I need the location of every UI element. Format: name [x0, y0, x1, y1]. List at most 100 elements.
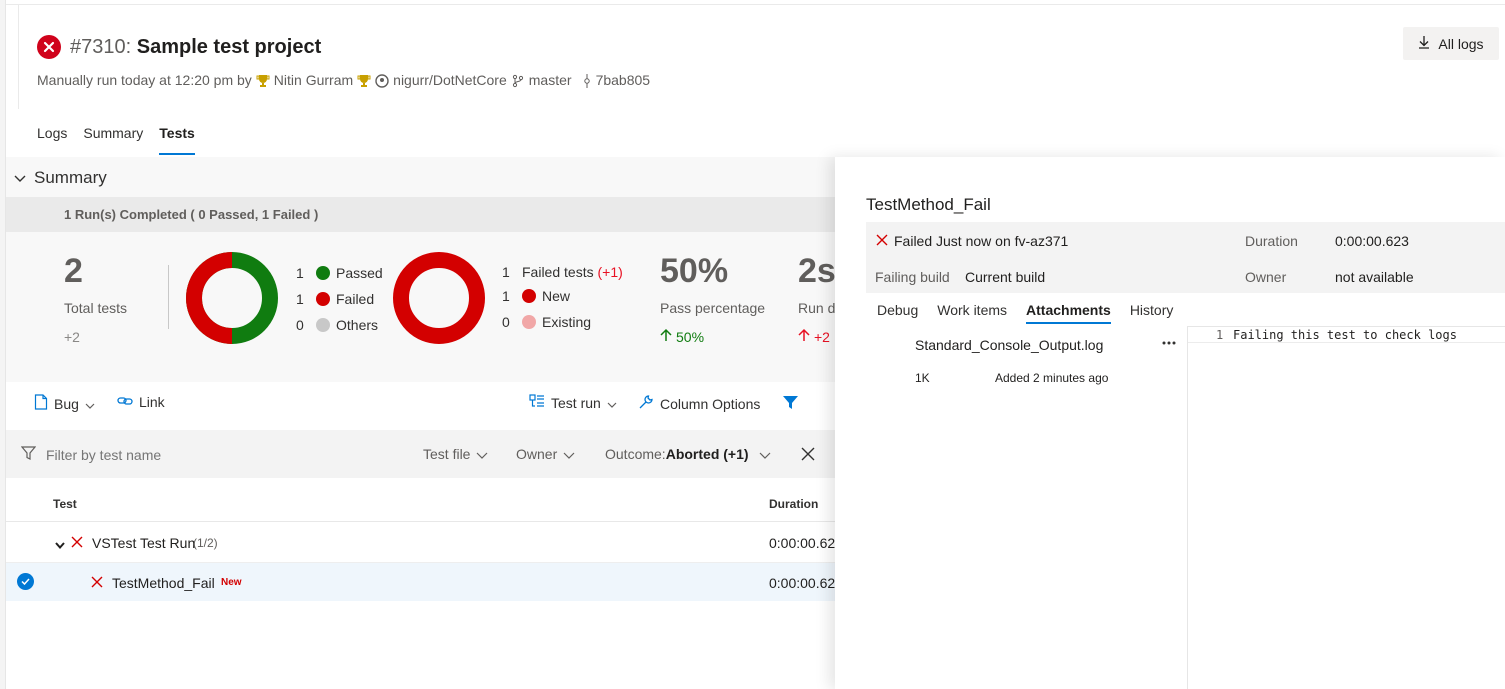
run-duration-delta: +2	[798, 328, 830, 345]
branch-icon	[511, 72, 525, 88]
failed-tests-donut-chart	[393, 252, 485, 344]
attachment-preview: 1 Failing this test to check logs	[1187, 326, 1505, 689]
wrench-icon	[638, 394, 654, 413]
tab-attachments[interactable]: Attachments	[1026, 302, 1111, 326]
panel-tabs: Debug Work items Attachments History	[877, 302, 1173, 326]
project-name: Sample test project	[131, 36, 322, 58]
test-run-label: Test run	[551, 394, 601, 411]
failed-x-icon	[876, 233, 888, 249]
duration-delta-text: +2	[814, 328, 830, 345]
legend-failed-count: 1	[296, 291, 304, 307]
column-options-button[interactable]: Column Options	[638, 394, 760, 413]
document-icon	[34, 394, 48, 413]
legend-failed-tests-count: 1	[502, 264, 510, 280]
panel-info-band: Failed Just now on fv-az371 Duration 0:0…	[866, 222, 1505, 293]
attachment-name[interactable]: Standard_Console_Output.log	[915, 337, 1103, 353]
chevron-down-icon	[14, 168, 26, 188]
filter-funnel-icon[interactable]	[782, 395, 799, 415]
bug-button[interactable]: Bug	[34, 394, 95, 413]
col-duration-header[interactable]: Duration	[769, 497, 818, 511]
user-name[interactable]: Nitin Gurram	[274, 72, 353, 88]
test-duration: 0:00:00.62	[769, 575, 836, 591]
commit-link[interactable]: 7bab805	[596, 72, 651, 88]
others-dot	[316, 318, 330, 332]
clear-filter-close-icon[interactable]	[801, 447, 815, 466]
run-duration-clip: 2s Run d +2	[798, 250, 835, 350]
new-dot	[522, 289, 536, 303]
run-duration: 0:00:00.62	[769, 535, 836, 551]
tab-debug[interactable]: Debug	[877, 302, 918, 326]
owner-dropdown[interactable]: Owner	[516, 446, 575, 462]
legend-others-count: 0	[296, 317, 304, 333]
chevron-down-icon	[759, 446, 771, 462]
github-icon	[375, 72, 389, 88]
list-item[interactable]: Standard_Console_Output.log 1K Added 2 m…	[866, 330, 1187, 390]
pass-delta-text: 50%	[676, 328, 705, 345]
line-text: Failing this test to check logs	[1233, 328, 1457, 342]
build-number: #7310:	[70, 36, 132, 58]
chevron-down-icon[interactable]	[55, 536, 65, 552]
total-tests-value: 2	[64, 252, 83, 290]
test-name: TestMethod_Fail	[112, 575, 215, 591]
group-icon	[529, 394, 545, 411]
more-options-icon[interactable]	[1161, 336, 1177, 355]
failed-dot	[316, 292, 330, 306]
tab-work-items[interactable]: Work items	[937, 302, 1007, 326]
existing-dot	[522, 315, 536, 329]
summary-toggle[interactable]: Summary	[14, 168, 107, 188]
link-icon	[117, 394, 133, 410]
tab-history[interactable]: History	[1130, 302, 1174, 326]
run-name: VSTest Test Run	[92, 535, 196, 551]
link-button[interactable]: Link	[117, 394, 165, 410]
pass-percentage-label: Pass percentage	[660, 300, 766, 316]
repo-link[interactable]: nigurr/DotNetCore	[393, 72, 507, 88]
panel-duration-label: Duration	[1245, 233, 1298, 249]
legend-failed: 1 Failed	[296, 291, 374, 307]
summary-heading: Summary	[34, 168, 107, 187]
test-file-label: Test file	[423, 446, 471, 462]
panel-status: Failed Just now on fv-az371	[894, 233, 1069, 249]
legend-failed-tests-delta: (+1)	[597, 264, 623, 280]
col-test-header[interactable]: Test	[53, 497, 77, 511]
run-count: (1/2)	[193, 536, 218, 550]
outcome-dropdown[interactable]: Outcome: Aborted (+1)	[605, 446, 771, 462]
filter-test-name-input[interactable]	[46, 444, 346, 466]
panel-title: TestMethod_Fail	[866, 195, 991, 214]
branch-link[interactable]: master	[529, 72, 572, 88]
tab-tests[interactable]: Tests	[159, 125, 195, 157]
code-line: 1 Failing this test to check logs	[1188, 327, 1505, 343]
passed-dot	[316, 266, 330, 280]
attachment-size: 1K	[915, 371, 930, 385]
legend-existing-label: Existing	[542, 314, 592, 330]
failed-slice	[186, 252, 233, 344]
checkmark-icon[interactable]	[17, 573, 34, 590]
table-row-selected[interactable]: TestMethod_Fail New 0:00:00.62	[6, 563, 835, 601]
failed-status-icon	[37, 35, 61, 59]
runs-completed-bar: 1 Run(s) Completed ( 0 Passed, 1 Failed …	[6, 197, 835, 232]
legend-new-label: New	[542, 288, 571, 304]
run-duration-value: 2s	[798, 252, 835, 290]
legend-others: 0 Others	[296, 317, 378, 333]
panel-duration-value: 0:00:00.623	[1335, 233, 1409, 249]
table-row[interactable]: VSTest Test Run (1/2) 0:00:00.62	[6, 522, 835, 563]
test-file-dropdown[interactable]: Test file	[423, 446, 488, 462]
panel-failing-build-value[interactable]: Current build	[965, 269, 1045, 285]
tab-logs[interactable]: Logs	[37, 125, 67, 157]
panel-failing-build-label: Failing build	[875, 269, 950, 285]
legend-new-count: 1	[502, 288, 510, 304]
legend-others-label: Others	[336, 317, 379, 333]
failed-x-icon	[71, 535, 83, 551]
new-badge: New	[221, 577, 242, 588]
test-run-groupby[interactable]: Test run	[529, 394, 617, 411]
attachments-list: Standard_Console_Output.log 1K Added 2 m…	[866, 326, 1187, 689]
commit-icon	[582, 72, 592, 89]
run-meta: Manually run today at 12:20 pm by Nitin …	[37, 72, 651, 89]
page-tabs: Logs Summary Tests	[37, 125, 195, 157]
bug-label: Bug	[54, 395, 79, 412]
all-logs-button[interactable]: All logs	[1403, 27, 1499, 60]
panel-owner-value: not available	[1335, 269, 1414, 285]
tab-summary[interactable]: Summary	[83, 125, 143, 157]
total-tests-label: Total tests	[64, 300, 128, 316]
legend-existing-count: 0	[502, 314, 510, 330]
chevron-down-icon	[476, 446, 488, 462]
